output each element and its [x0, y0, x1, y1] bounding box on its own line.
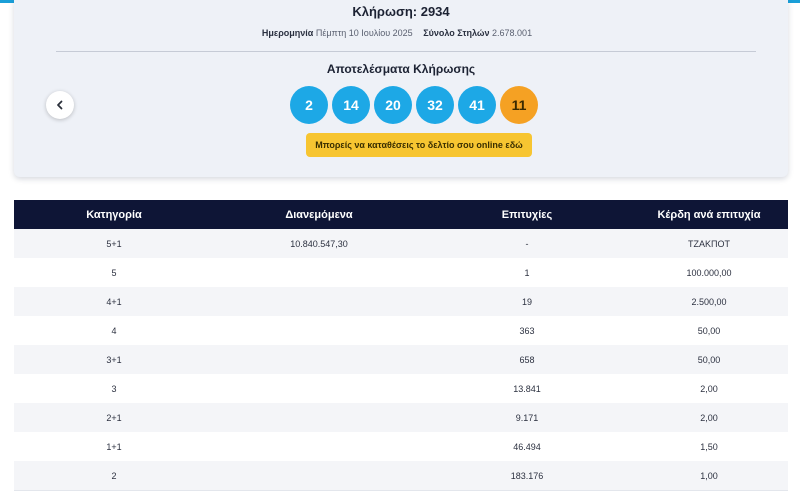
cell-distributed — [214, 345, 424, 374]
table-row: 2 183.176 1,00 — [14, 461, 788, 490]
cell-prize: 50,00 — [697, 354, 721, 365]
number-ball: 41 — [458, 86, 496, 124]
header-category: Κατηγορία — [86, 208, 142, 221]
table-row: 1+1 46.494 1,50 — [14, 432, 788, 461]
chevron-left-icon — [57, 100, 63, 110]
cell-winners: 363 — [519, 325, 535, 336]
cell-distributed — [214, 374, 424, 403]
cell-winners: 658 — [519, 354, 535, 365]
cell-category: 4+1 — [106, 296, 122, 307]
cell-winners: 183.176 — [510, 470, 544, 481]
cell-category: 5+1 — [106, 238, 122, 249]
date-value: Πέμπτη 10 Ιουλίου 2025 — [315, 28, 413, 38]
table-body: 5+1 10.840.547,30 - ΤΖΑΚΠΟΤ 5 1 100.000,… — [14, 229, 788, 491]
cell-category: 4 — [111, 325, 117, 336]
cell-winners: 1 — [524, 267, 530, 278]
cell-prize: 1,00 — [700, 470, 718, 481]
cell-prize: 2,00 — [700, 412, 718, 423]
cell-prize: 2,00 — [700, 383, 718, 394]
cell-prize: 50,00 — [697, 325, 721, 336]
winning-numbers: 2 14 20 32 41 11 — [290, 86, 538, 124]
table-header: Κατηγορία Διανεμόμενα Επιτυχίες Κέρδη αν… — [14, 200, 788, 229]
columns-label: Σύνολο Στηλών — [423, 28, 490, 38]
header-prize-per-winner: Κέρδη ανά επιτυχία — [657, 208, 761, 221]
cell-distributed — [214, 432, 424, 461]
cell-winners: - — [525, 238, 529, 249]
prize-table: Κατηγορία Διανεμόμενα Επιτυχίες Κέρδη αν… — [14, 200, 788, 491]
cell-winners: 19 — [521, 296, 532, 307]
table-row: 5+1 10.840.547,30 - ΤΖΑΚΠΟΤ — [14, 229, 788, 258]
table-row: 4+1 19 2.500,00 — [14, 287, 788, 316]
header-distributed: Διανεμόμενα — [285, 208, 353, 221]
table-row: 5 1 100.000,00 — [14, 258, 788, 287]
cell-prize: 2.500,00 — [691, 296, 727, 307]
cell-category: 1+1 — [106, 441, 122, 452]
cell-winners: 46.494 — [513, 441, 541, 452]
cell-prize: 1,50 — [700, 441, 718, 452]
cell-category: 5 — [111, 267, 117, 278]
date-label: Ημερομηνία — [261, 28, 314, 38]
draw-meta: Ημερομηνία Πέμπτη 10 Ιουλίου 2025 Σύνολο… — [14, 28, 788, 38]
columns-value: 2.678.001 — [492, 28, 533, 38]
cell-category: 3 — [111, 383, 117, 394]
cell-prize: ΤΖΑΚΠΟΤ — [688, 238, 730, 249]
play-online-button[interactable]: Μπορείς να καταθέσεις το δελτίο σου onli… — [306, 133, 532, 157]
table-row: 4 363 50,00 — [14, 316, 788, 345]
cell-prize: 100.000,00 — [686, 267, 732, 278]
cell-category: 3+1 — [106, 354, 122, 365]
cell-distributed: 10.840.547,30 — [290, 238, 348, 249]
number-ball: 20 — [374, 86, 412, 124]
results-title: Αποτελέσματα Κλήρωσης — [326, 62, 476, 76]
bonus-ball: 11 — [500, 86, 538, 124]
table-row: 3 13.841 2,00 — [14, 374, 788, 403]
cell-distributed — [214, 461, 424, 490]
number-ball: 32 — [416, 86, 454, 124]
table-row: 2+1 9.171 2,00 — [14, 403, 788, 432]
draw-card: Κλήρωση: 2934 Ημερομηνία Πέμπτη 10 Ιουλί… — [14, 0, 788, 177]
cell-distributed — [214, 258, 424, 287]
table-row: 3+1 658 50,00 — [14, 345, 788, 374]
header-winners: Επιτυχίες — [501, 208, 553, 221]
number-ball: 2 — [290, 86, 328, 124]
cell-distributed — [214, 287, 424, 316]
cell-category: 2 — [111, 470, 117, 481]
cell-winners: 13.841 — [513, 383, 541, 394]
cell-category: 2+1 — [106, 412, 122, 423]
divider — [56, 51, 756, 52]
draw-title: Κλήρωση: 2934 — [352, 4, 450, 19]
number-ball: 14 — [332, 86, 370, 124]
cell-winners: 9.171 — [515, 412, 539, 423]
cell-distributed — [214, 316, 424, 345]
cell-distributed — [214, 403, 424, 432]
previous-draw-button[interactable] — [46, 91, 74, 119]
